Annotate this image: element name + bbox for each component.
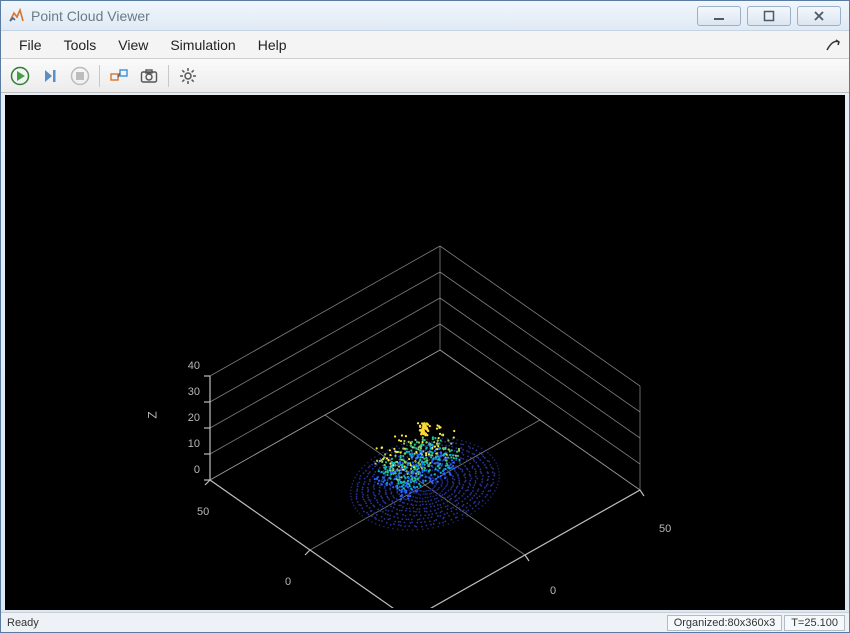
window-controls — [697, 6, 841, 26]
z-tick: 20 — [174, 412, 200, 424]
axes-3d — [5, 95, 843, 608]
window-title: Point Cloud Viewer — [31, 8, 697, 24]
point-cloud-viewport[interactable]: X Y Z 0 10 20 30 40 -50 0 50 -50 0 50 — [5, 95, 845, 610]
menu-view[interactable]: View — [108, 33, 158, 57]
x-tick: 50 — [659, 523, 671, 535]
highlight-block-button[interactable] — [106, 63, 132, 89]
titlebar: Point Cloud Viewer — [1, 1, 849, 31]
z-tick: 40 — [174, 360, 200, 372]
snapshot-button[interactable] — [136, 63, 162, 89]
matlab-icon — [7, 7, 25, 25]
toolbar-separator — [99, 65, 100, 87]
maximize-button[interactable] — [747, 6, 791, 26]
toolbar — [1, 59, 849, 93]
y-tick: 50 — [197, 506, 209, 518]
close-button[interactable] — [797, 6, 841, 26]
status-organized: Organized:80x360x3 — [667, 615, 783, 631]
menu-help[interactable]: Help — [248, 33, 297, 57]
y-tick: 0 — [285, 576, 291, 588]
menu-tools[interactable]: Tools — [54, 33, 107, 57]
toolbar-separator — [168, 65, 169, 87]
z-tick: 30 — [174, 386, 200, 398]
z-tick: 0 — [180, 464, 200, 476]
settings-button[interactable] — [175, 63, 201, 89]
status-time: T=25.100 — [784, 615, 845, 631]
status-ready: Ready — [5, 617, 665, 629]
z-tick: 10 — [174, 438, 200, 450]
app-window: Point Cloud Viewer File Tools View Simul… — [0, 0, 850, 633]
menu-file[interactable]: File — [9, 33, 52, 57]
z-axis-label: Z — [146, 411, 160, 418]
menu-simulation[interactable]: Simulation — [160, 33, 245, 57]
statusbar: Ready Organized:80x360x3 T=25.100 — [1, 612, 849, 632]
undock-icon[interactable] — [825, 37, 841, 53]
run-button[interactable] — [7, 63, 33, 89]
stop-button[interactable] — [67, 63, 93, 89]
minimize-button[interactable] — [697, 6, 741, 26]
menubar: File Tools View Simulation Help — [1, 31, 849, 59]
step-button[interactable] — [37, 63, 63, 89]
x-tick: 0 — [550, 585, 556, 597]
